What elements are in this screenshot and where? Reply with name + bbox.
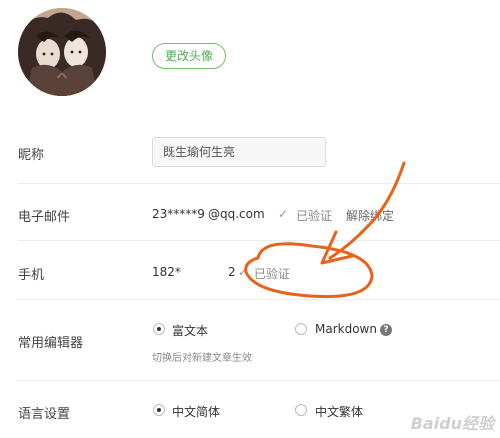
annotation-circle [244, 242, 374, 299]
watermark: Baidu经验 [410, 414, 494, 433]
annotation-arrow-shaft [328, 161, 406, 260]
annotation-overlay [244, 161, 406, 299]
